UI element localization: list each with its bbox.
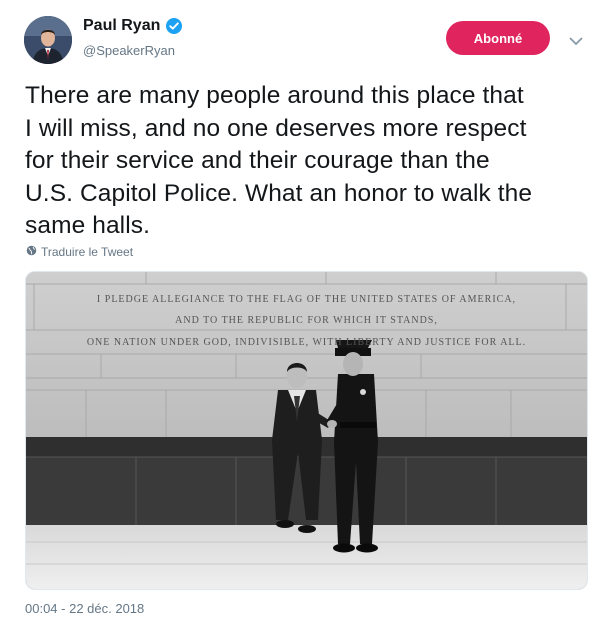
following-button[interactable]: Abonné	[446, 21, 550, 55]
tweet-timestamp[interactable]: 00:04 - 22 déc. 2018	[25, 601, 144, 616]
tweet-text-line: I will miss, and no one deserves more re…	[25, 114, 527, 142]
photo-inscription-line: I PLEDGE ALLEGIANCE TO THE FLAG OF THE U…	[96, 294, 517, 305]
translate-tweet-link[interactable]: Traduire le Tweet	[26, 245, 133, 259]
avatar[interactable]	[24, 16, 72, 64]
user-handle[interactable]: @SpeakerRyan	[83, 43, 175, 58]
translate-tweet-label[interactable]: Traduire le Tweet	[41, 245, 133, 259]
tweet-photo[interactable]: I PLEDGE ALLEGIANCE TO THE FLAG OF THE U…	[25, 271, 588, 590]
tweet-text-line: for their service and their courage than…	[25, 147, 490, 174]
tweet-text: There are many people around this place …	[25, 80, 590, 243]
user-name[interactable]: Paul Ryan	[83, 17, 160, 35]
photo-inscription-line: AND TO THE REPUBLIC FOR WHICH IT STANDS,	[175, 315, 438, 326]
photo-inscription-line: ONE NATION UNDER GOD, INDIVISIBLE, WITH …	[86, 337, 527, 348]
verified-badge-icon	[165, 17, 183, 35]
tweet-text-line: U.S. Capitol Police. What an honor to wa…	[25, 179, 533, 207]
user-name-row[interactable]: Paul Ryan	[83, 17, 183, 35]
tweet-text-line: same halls.	[25, 212, 151, 239]
tweet-card: Paul Ryan @SpeakerRyan Abonné There are …	[0, 0, 608, 627]
chevron-down-icon[interactable]	[567, 34, 585, 48]
tweet-text-line: There are many people around this place …	[25, 82, 524, 109]
globe-icon	[26, 245, 37, 259]
